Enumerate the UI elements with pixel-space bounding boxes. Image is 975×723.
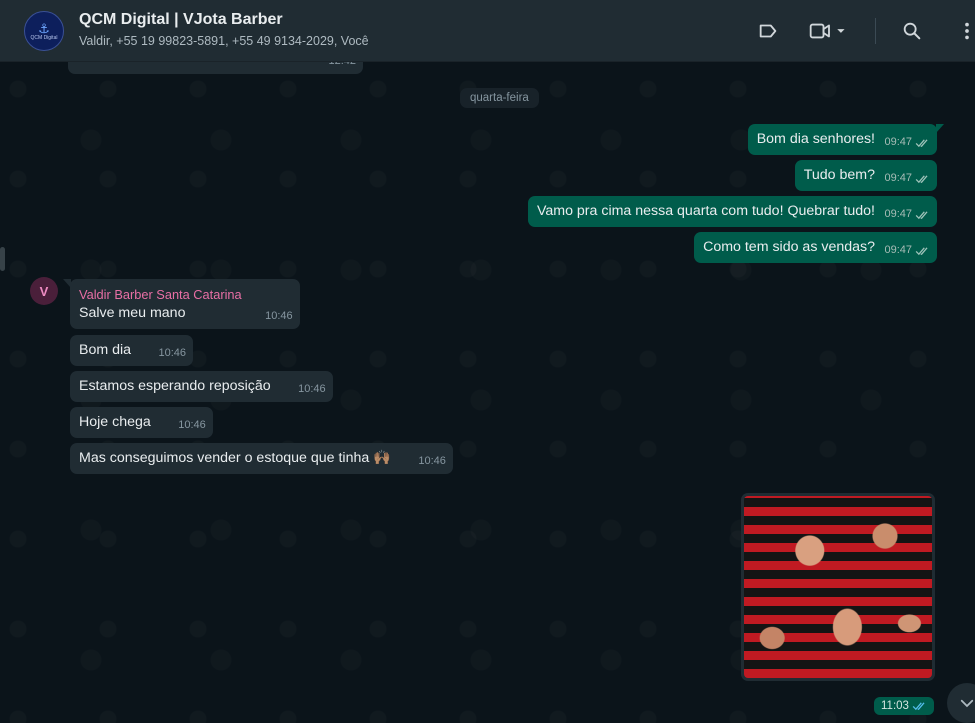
message-text: Como tem sido as vendas? bbox=[703, 239, 875, 255]
header-divider bbox=[875, 18, 876, 44]
group-avatar-text: QCM Digital bbox=[30, 34, 58, 41]
double-check-icon bbox=[915, 210, 928, 219]
label-icon[interactable] bbox=[756, 19, 780, 43]
message-time: 10:46 bbox=[158, 347, 187, 359]
image-message[interactable] bbox=[741, 493, 935, 681]
message-time: 09:47 bbox=[884, 208, 912, 220]
scroll-to-bottom-button[interactable] bbox=[947, 683, 975, 723]
message-text: Bom dia bbox=[79, 342, 132, 358]
incoming-message[interactable]: Bom dia 10:46 bbox=[70, 335, 194, 366]
outgoing-message[interactable]: Como tem sido as vendas? 09:47 bbox=[694, 232, 937, 263]
message-time: 11:03 bbox=[881, 700, 909, 712]
outgoing-message[interactable]: Vamo pra cima nessa quarta com tudo! Que… bbox=[527, 196, 937, 227]
video-call-button[interactable] bbox=[806, 19, 852, 43]
outgoing-message[interactable]: Bom dia senhores! 09:47 bbox=[747, 124, 944, 155]
message-text: Estamos esperando reposição bbox=[79, 378, 271, 394]
message-time: 10:46 bbox=[418, 455, 446, 467]
group-avatar[interactable]: ⚓ QCM Digital bbox=[24, 11, 64, 51]
message-time: 10:46 bbox=[265, 310, 293, 322]
crowd-photo[interactable] bbox=[744, 496, 932, 678]
incoming-message[interactable]: Hoje chega 10:46 bbox=[70, 407, 213, 438]
incoming-message[interactable]: Mas conseguimos vender o estoque que tin… bbox=[70, 443, 453, 474]
message-time: 12:42 bbox=[328, 62, 356, 70]
date-separator: quarta-feira bbox=[460, 88, 539, 108]
anchor-icon: ⚓ bbox=[38, 20, 50, 36]
message-text: Vamo pra cima nessa quarta com tudo! Que… bbox=[536, 203, 875, 219]
outgoing-message[interactable]: Tudo bem? 09:47 bbox=[794, 160, 937, 191]
chevron-down-icon bbox=[960, 699, 974, 708]
menu-icon[interactable] bbox=[955, 19, 975, 43]
message-time: 09:47 bbox=[884, 136, 912, 148]
message-time: 09:47 bbox=[884, 172, 912, 184]
previous-message[interactable]: 12:42 bbox=[68, 62, 363, 74]
incoming-message[interactable]: Estamos esperando reposição 10:46 bbox=[70, 371, 333, 402]
message-time: 10:46 bbox=[298, 383, 326, 395]
sender-avatar[interactable]: V bbox=[30, 277, 58, 305]
message-time: 10:46 bbox=[178, 419, 206, 431]
message-text: Hoje chega bbox=[79, 414, 151, 430]
scrollbar-thumb[interactable] bbox=[0, 247, 5, 271]
incoming-message[interactable]: Valdir Barber Santa Catarina Salve meu m… bbox=[63, 279, 300, 329]
message-time: 09:47 bbox=[884, 244, 912, 256]
double-check-icon bbox=[915, 246, 928, 255]
search-icon[interactable] bbox=[900, 19, 924, 43]
video-camera-icon bbox=[809, 23, 845, 39]
sender-name[interactable]: Valdir Barber Santa Catarina bbox=[79, 286, 242, 303]
double-check-icon bbox=[915, 138, 928, 147]
chat-header: ⚓ QCM Digital QCM Digital | VJota Barber… bbox=[0, 0, 975, 62]
message-list[interactable]: 12:42 quarta-feira Bom dia senhores! 09:… bbox=[0, 62, 975, 723]
double-check-icon bbox=[912, 702, 925, 711]
double-check-icon bbox=[915, 174, 928, 183]
message-text: Salve meu mano bbox=[79, 305, 186, 321]
chat-title[interactable]: QCM Digital | VJota Barber bbox=[79, 11, 283, 29]
message-text: Tudo bem? bbox=[803, 167, 875, 183]
image-message-meta: 11:03 bbox=[874, 697, 934, 715]
message-text: Mas conseguimos vender o estoque que tin… bbox=[79, 450, 391, 466]
message-text: Bom dia senhores! bbox=[756, 131, 875, 147]
chat-participants[interactable]: Valdir, +55 19 99823-5891, +55 49 9134-2… bbox=[79, 34, 369, 48]
